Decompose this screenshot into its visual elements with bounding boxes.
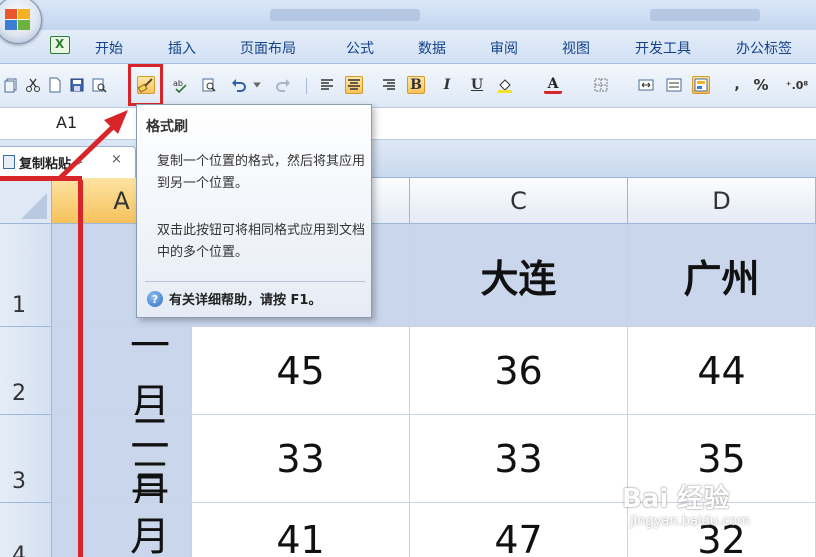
document-tab-label: 复制粘贴 *: [19, 157, 83, 172]
baidu-jingyan-watermark: Bai 经验 jingyan.baidu.com: [622, 478, 782, 538]
name-box[interactable]: A1: [56, 113, 77, 132]
tooltip-divider: [145, 281, 365, 282]
column-header-c[interactable]: C: [410, 178, 628, 224]
format-painter-tooltip: 格式刷 复制一个位置的格式，然后将其应用到另一个位置。 双击此按钮可将相同格式应…: [136, 104, 372, 318]
fill-color-icon[interactable]: [496, 76, 514, 94]
cell-a4[interactable]: 三月: [52, 456, 192, 557]
column-header-d[interactable]: D: [628, 178, 816, 224]
excel-icon[interactable]: [50, 36, 70, 54]
tooltip-title: 格式刷: [146, 119, 188, 135]
workbook-icon: [3, 155, 15, 169]
align-right-icon[interactable]: [380, 76, 398, 94]
align-center-icon[interactable]: [345, 76, 363, 94]
cut-icon[interactable]: [24, 76, 42, 94]
underline-button[interactable]: U: [468, 76, 486, 94]
annotation-line-vertical: [78, 180, 83, 557]
cell-c3[interactable]: 33: [410, 415, 628, 503]
tooltip-description-1: 复制一个位置的格式，然后将其应用到另一个位置。: [157, 154, 366, 191]
tab-home[interactable]: 开始: [95, 38, 123, 58]
wrap-text-icon[interactable]: [665, 76, 683, 94]
comma-style-button[interactable]: ,: [728, 76, 746, 94]
row-header-1[interactable]: 1: [0, 224, 52, 327]
close-icon[interactable]: ×: [111, 152, 122, 167]
watermark-url: jingyan.baidu.com: [630, 514, 750, 529]
help-icon: ?: [147, 291, 163, 307]
undo-icon[interactable]: [230, 76, 248, 94]
merge-center-icon[interactable]: [637, 76, 655, 94]
office-logo-icon: [5, 9, 33, 33]
copy-icon[interactable]: [2, 76, 20, 94]
tab-page-layout[interactable]: 页面布局: [240, 38, 296, 58]
quick-toolbar: ab B I U A , % ⁺.0⁸: [0, 64, 816, 108]
cell-c2[interactable]: 36: [410, 327, 628, 415]
font-color-button[interactable]: A: [544, 76, 562, 94]
tab-review[interactable]: 审阅: [490, 38, 518, 58]
cell-d2[interactable]: 44: [628, 327, 816, 415]
tab-developer[interactable]: 开发工具: [635, 38, 691, 58]
toolbar-separator: [306, 78, 307, 94]
new-file-icon[interactable]: [46, 76, 64, 94]
watermark-logo: Bai 经验: [622, 484, 730, 514]
row-header-4[interactable]: 4: [0, 503, 52, 557]
cell-c1[interactable]: 大连: [410, 224, 628, 327]
row-header-2[interactable]: 2: [0, 327, 52, 415]
window-title-blurred-right: [650, 9, 760, 21]
row-header-3[interactable]: 3: [0, 415, 52, 503]
italic-button[interactable]: I: [438, 76, 456, 94]
document-tab[interactable]: 复制粘贴 * ×: [0, 146, 136, 178]
bold-button[interactable]: B: [407, 76, 425, 94]
ribbon-tab-bar: 开始 插入 页面布局 公式 数据 审阅 视图 开发工具 办公标签: [0, 30, 816, 64]
title-bar: [0, 0, 816, 30]
svg-text:ab: ab: [173, 79, 183, 88]
cell-b4[interactable]: 41: [192, 503, 410, 557]
tooltip-description-2: 双击此按钮可将相同格式应用到文档中的多个位置。: [157, 223, 366, 260]
tooltip-help-text: 有关详细帮助，请按 F1。: [169, 293, 322, 308]
cell-b2[interactable]: 45: [192, 327, 410, 415]
cell-d1[interactable]: 广州: [628, 224, 816, 327]
tab-view[interactable]: 视图: [562, 38, 590, 58]
document-tab-strip: 复制粘贴 * ×: [0, 140, 816, 178]
tab-data[interactable]: 数据: [418, 38, 446, 58]
align-left-icon[interactable]: [318, 76, 336, 94]
annotation-line-horizontal: [0, 176, 82, 181]
spelling-icon[interactable]: ab: [172, 76, 190, 94]
tab-office-tab[interactable]: 办公标签: [736, 38, 792, 58]
increase-decimal-button[interactable]: ⁺.0⁸: [782, 76, 812, 94]
undo-dropdown-chevron-icon[interactable]: [252, 76, 262, 94]
cell-c4[interactable]: 47: [410, 503, 628, 557]
conditional-format-icon[interactable]: [692, 76, 710, 94]
print-preview-icon[interactable]: [90, 76, 108, 94]
percent-style-button[interactable]: %: [752, 76, 770, 94]
formula-bar: A1: [0, 108, 816, 140]
window-title-blurred: [270, 9, 420, 21]
cell-b3[interactable]: 33: [192, 415, 410, 503]
research-icon[interactable]: [200, 76, 218, 94]
tab-insert[interactable]: 插入: [168, 38, 196, 58]
select-all-corner[interactable]: [0, 178, 52, 224]
tab-formulas[interactable]: 公式: [346, 38, 374, 58]
borders-icon[interactable]: [592, 76, 610, 94]
save-icon[interactable]: [68, 76, 86, 94]
format-painter-highlight: [128, 64, 163, 106]
redo-icon[interactable]: [274, 76, 292, 94]
